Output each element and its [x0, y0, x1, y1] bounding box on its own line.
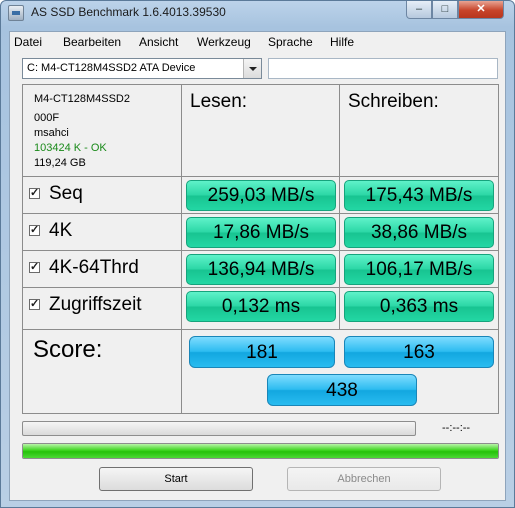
minimize-button[interactable]: –	[406, 1, 432, 19]
row-label-zugriffszeit: Zugriffszeit	[49, 294, 142, 315]
write-column-header: Schreiben:	[348, 91, 439, 112]
score-label: Score:	[33, 336, 103, 363]
client-area: Datei Bearbeiten Ansicht Werkzeug Sprach…	[9, 31, 506, 501]
score-total: 438	[267, 374, 417, 406]
chevron-down-icon[interactable]	[243, 59, 261, 78]
abort-button[interactable]: Abbrechen	[287, 467, 441, 491]
start-button[interactable]: Start	[99, 467, 253, 491]
menu-bearbeiten[interactable]: Bearbeiten	[63, 35, 121, 49]
drive-model: M4-CT128M4SSD2	[34, 93, 130, 105]
access-time-checkbox[interactable]	[29, 297, 40, 310]
seq-write-value: 175,43 MB/s	[344, 180, 494, 211]
device-text-field[interactable]	[268, 58, 498, 79]
close-button[interactable]: ✕	[458, 1, 504, 19]
window-title: AS SSD Benchmark 1.6.4013.39530	[31, 5, 226, 19]
read-column-header: Lesen:	[190, 91, 248, 112]
drive-alignment: 103424 K - OK	[34, 142, 107, 154]
maximize-button[interactable]: □	[432, 1, 458, 19]
app-icon	[8, 5, 24, 21]
current-progress-bar	[22, 421, 416, 436]
row-label-4k64thrd: 4K-64Thrd	[49, 257, 139, 278]
grid-divider	[23, 329, 498, 330]
title-bar[interactable]: AS SSD Benchmark 1.6.4013.39530 – □ ✕	[1, 1, 514, 25]
4k64-read-value: 136,94 MB/s	[186, 254, 336, 285]
menu-bar: Datei Bearbeiten Ansicht Werkzeug Sprach…	[10, 32, 505, 53]
4k-checkbox[interactable]	[29, 223, 40, 236]
drive-driver: msahci	[34, 127, 69, 139]
4k-write-value: 38,86 MB/s	[344, 217, 494, 248]
overall-progress-fill	[23, 444, 498, 458]
elapsed-time: --:--:--	[442, 422, 471, 434]
drive-firmware: 000F	[34, 112, 60, 124]
row-label-4k: 4K	[49, 220, 73, 241]
menu-hilfe[interactable]: Hilfe	[330, 35, 354, 49]
4k-read-value: 17,86 MB/s	[186, 217, 336, 248]
grid-divider	[23, 213, 498, 214]
grid-divider	[23, 176, 498, 177]
4k64-checkbox[interactable]	[29, 260, 40, 273]
seq-read-value: 259,03 MB/s	[186, 180, 336, 211]
app-window: AS SSD Benchmark 1.6.4013.39530 – □ ✕ Da…	[0, 0, 515, 508]
overall-progress-bar	[22, 443, 499, 459]
menu-datei[interactable]: Datei	[14, 35, 42, 49]
menu-sprache[interactable]: Sprache	[268, 35, 313, 49]
menu-ansicht[interactable]: Ansicht	[139, 35, 178, 49]
score-read: 181	[189, 336, 335, 368]
device-select[interactable]: C: M4-CT128M4SSD2 ATA Device	[22, 58, 262, 79]
score-write: 163	[344, 336, 494, 368]
seq-checkbox[interactable]	[29, 186, 40, 199]
results-grid: M4-CT128M4SSD2 000F msahci 103424 K - OK…	[22, 84, 499, 414]
grid-divider	[339, 85, 340, 329]
menu-werkzeug[interactable]: Werkzeug	[197, 35, 251, 49]
row-label-seq: Seq	[49, 183, 83, 204]
grid-divider	[23, 250, 498, 251]
grid-divider	[23, 287, 498, 288]
device-select-value: C: M4-CT128M4SSD2 ATA Device	[27, 62, 196, 74]
4k64-write-value: 106,17 MB/s	[344, 254, 494, 285]
access-read-value: 0,132 ms	[186, 291, 336, 322]
access-write-value: 0,363 ms	[344, 291, 494, 322]
drive-capacity: 119,24 GB	[34, 157, 86, 169]
